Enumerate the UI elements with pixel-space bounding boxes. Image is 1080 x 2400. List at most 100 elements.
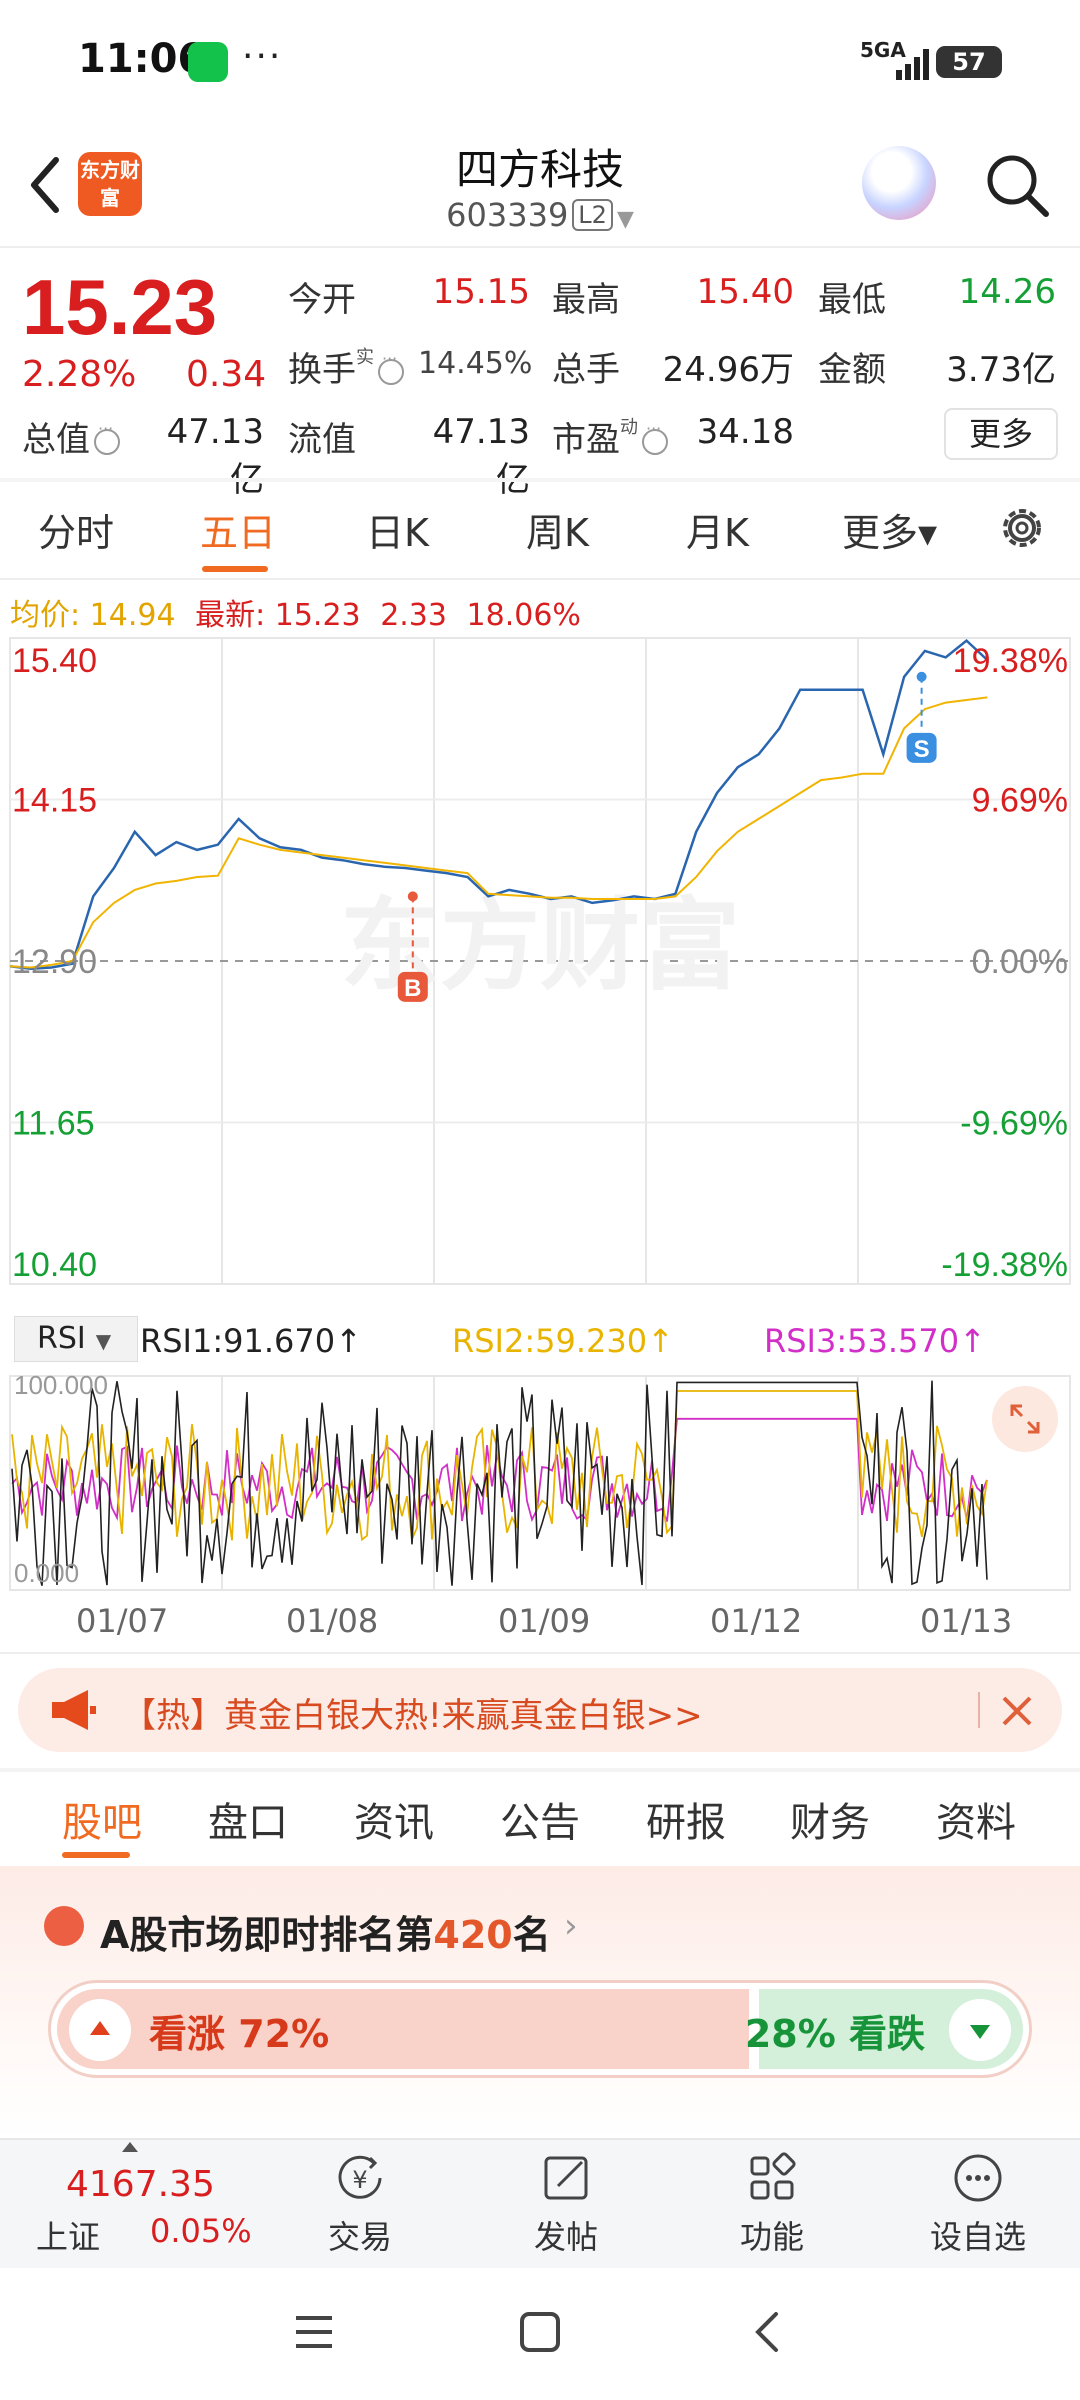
caret-up-icon xyxy=(122,2142,138,2152)
promo-banner-text[interactable]: 【热】黄金白银大热!来赢真金白银>> xyxy=(122,1688,703,1737)
low-value: 14.26 xyxy=(958,272,1056,312)
tab-monthly-k[interactable]: 月K xyxy=(686,502,749,557)
x-label-day5: 01/13 xyxy=(920,1602,1013,1640)
tab-forum[interactable]: 股吧 xyxy=(62,1790,142,1848)
info-icon[interactable] xyxy=(642,419,668,455)
five-day-price-chart[interactable]: 东方财富 15.4014.1512.9011.6510.4019.38%9.69… xyxy=(0,630,1080,1314)
nav-post[interactable]: 发帖 xyxy=(496,2148,636,2264)
wechat-icon xyxy=(188,42,228,82)
tab-research[interactable]: 研报 xyxy=(646,1790,726,1848)
apps-grid-icon xyxy=(750,2152,796,2200)
tab-five-day[interactable]: 五日 xyxy=(200,502,276,557)
active-tab-indicator xyxy=(202,566,268,572)
latest-label: 最新: xyxy=(195,598,266,633)
y-pct-label: 0.00% xyxy=(972,943,1068,981)
edit-icon xyxy=(544,2156,588,2200)
x-label-day2: 01/08 xyxy=(286,1602,379,1640)
y-tick-label: 15.40 xyxy=(12,642,97,680)
sse-index-value[interactable]: 4167.35 xyxy=(66,2164,215,2205)
turnover-label: 换手实 xyxy=(288,342,404,391)
open-label: 今开 xyxy=(288,280,356,320)
tab-news[interactable]: 资讯 xyxy=(354,1790,434,1848)
expand-icon[interactable] xyxy=(992,1386,1058,1452)
vote-down-button[interactable] xyxy=(949,1999,1011,2061)
float-cap-label: 流值 xyxy=(288,420,356,460)
y-tick-label: 14.15 xyxy=(12,782,97,820)
latest-value: 15.23 xyxy=(274,598,361,633)
y-tick-label: 12.90 xyxy=(12,943,97,981)
y-tick-label: 10.40 xyxy=(12,1246,97,1284)
stock-code: 603339 xyxy=(446,196,569,234)
tab-financials[interactable]: 财务 xyxy=(790,1790,870,1848)
info-icon[interactable] xyxy=(94,419,120,455)
svg-text:¥: ¥ xyxy=(352,2166,367,2194)
nav-trade[interactable]: ¥ 交易 xyxy=(290,2148,430,2264)
home-icon[interactable] xyxy=(518,2310,562,2354)
market-cap-label: 总值 xyxy=(22,412,120,461)
chevron-right-icon[interactable]: › xyxy=(564,1906,578,1946)
sse-index-percent[interactable]: 0.05% xyxy=(150,2212,252,2250)
status-time: 11:06 xyxy=(78,36,206,82)
rsi-y-min: 0.000 xyxy=(14,1558,79,1588)
latest-percent: 18.06% xyxy=(466,598,581,633)
market-cap-value: 47.13亿 xyxy=(166,412,264,500)
last-price: 15.23 xyxy=(22,263,218,351)
more-notifications-icon: ··· xyxy=(242,36,283,77)
back-nav-icon[interactable] xyxy=(748,2310,788,2354)
gear-icon[interactable] xyxy=(996,502,1048,554)
assistant-robot-avatar[interactable] xyxy=(862,146,936,220)
bull-label: 看涨 72% xyxy=(149,2012,330,2056)
tab-announcements[interactable]: 公告 xyxy=(500,1790,580,1848)
sentiment-bar: 看涨 72% 28% 看跌 xyxy=(48,1980,1032,2078)
marker-point xyxy=(916,671,927,682)
tab-order-book[interactable]: 盘口 xyxy=(208,1790,288,1848)
x-label-day1: 01/07 xyxy=(76,1602,169,1640)
tab-intraday[interactable]: 分时 xyxy=(38,502,114,557)
open-value: 15.15 xyxy=(432,272,530,312)
close-icon[interactable] xyxy=(992,1686,1042,1736)
avg-price-value: 14.94 xyxy=(89,598,176,633)
recent-apps-icon[interactable] xyxy=(292,2312,336,2352)
trade-marker-label: B xyxy=(404,975,421,1002)
status-bar: 11:06 ··· 5GA 57 xyxy=(0,0,1080,120)
float-cap-value: 47.13亿 xyxy=(432,412,530,500)
megaphone-icon xyxy=(52,1690,96,1730)
promo-banner[interactable]: 【热】黄金白银大热!来赢真金白银>> xyxy=(18,1668,1062,1752)
divider xyxy=(0,246,1080,248)
tab-profile[interactable]: 资料 xyxy=(936,1790,1016,1848)
y-pct-label: 19.38% xyxy=(953,642,1068,680)
system-navigation-bar xyxy=(0,2268,1080,2400)
nav-functions[interactable]: 功能 xyxy=(702,2148,842,2264)
more-quote-button[interactable]: 更多 xyxy=(944,408,1058,460)
nav-add-watchlist-label: 设自选 xyxy=(929,2218,1026,2256)
tab-more[interactable]: 更多▾ xyxy=(842,502,937,557)
rsi-y-max: 100.000 xyxy=(14,1370,108,1400)
divider xyxy=(0,1652,1080,1654)
divider xyxy=(0,478,1080,482)
pe-label: 市盈动 xyxy=(552,412,668,461)
pe-value: 34.18 xyxy=(696,412,794,452)
tab-weekly-k[interactable]: 周K xyxy=(526,502,589,557)
bear-label: 28% 看跌 xyxy=(744,2012,925,2056)
volume-label: 总手 xyxy=(552,350,620,390)
market-rank-text[interactable]: A股市场即时排名第420名 xyxy=(100,1904,551,1959)
banner-separator xyxy=(978,1692,980,1728)
divider xyxy=(0,578,1080,580)
turnover-value: 14.45% xyxy=(418,346,533,381)
nav-add-watchlist[interactable]: 设自选 xyxy=(908,2148,1048,2264)
y-pct-label: -19.38% xyxy=(941,1246,1068,1284)
sse-index-name[interactable]: 上证 xyxy=(36,2212,100,2258)
search-icon[interactable] xyxy=(982,150,1052,220)
y-tick-label: 11.65 xyxy=(12,1105,95,1143)
chart-info-line: 均价: 14.94 最新: 15.23 2.33 18.06% xyxy=(10,590,581,634)
rsi-indicator-chart[interactable]: 100.000 0.000 xyxy=(0,1300,1080,1596)
trade-marker-label: S xyxy=(914,736,930,763)
dropdown-caret-icon: ▼ xyxy=(616,207,634,232)
tab-daily-k[interactable]: 日K xyxy=(366,502,429,557)
nav-trade-label: 交易 xyxy=(327,2218,392,2256)
vote-up-button[interactable] xyxy=(69,1999,131,2061)
rank-number: 420 xyxy=(433,1913,513,1957)
ranking-chart-icon xyxy=(44,1906,84,1946)
info-icon[interactable] xyxy=(378,349,404,385)
trade-icon: ¥ xyxy=(338,2155,382,2199)
